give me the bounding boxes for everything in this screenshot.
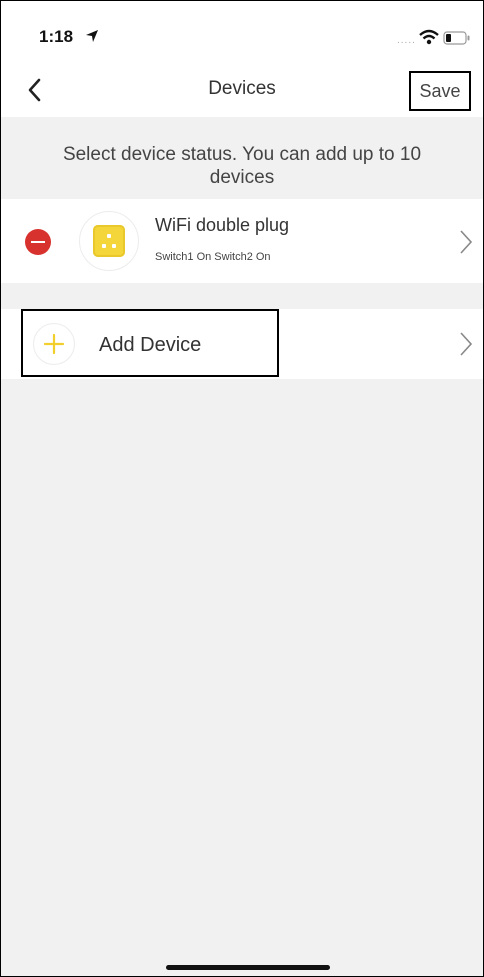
add-icon-circle xyxy=(33,323,75,365)
battery-icon xyxy=(443,31,470,45)
add-device-row[interactable]: Add Device xyxy=(1,309,483,379)
chevron-right-icon xyxy=(460,230,473,254)
wifi-icon xyxy=(419,29,439,45)
device-list-item[interactable]: WiFi double plug Switch1 On Switch2 On xyxy=(1,199,483,283)
add-device-button[interactable]: Add Device xyxy=(21,309,279,377)
remove-device-button[interactable] xyxy=(25,229,51,255)
hint-text: Select device status. You can add up to … xyxy=(62,144,422,188)
chevron-right-icon xyxy=(460,332,473,356)
device-status: Switch1 On Switch2 On xyxy=(155,251,271,263)
add-device-label: Add Device xyxy=(99,334,202,356)
plus-icon xyxy=(43,333,65,355)
phone-screen: 1:18 ..... Devices Save Select device st… xyxy=(0,0,484,977)
status-bar: 1:18 ..... xyxy=(1,1,483,63)
plug-icon xyxy=(93,225,125,257)
status-time: 1:18 xyxy=(39,27,74,46)
device-avatar xyxy=(79,211,139,271)
home-indicator[interactable] xyxy=(166,965,330,970)
save-button[interactable]: Save xyxy=(409,71,471,111)
nav-bar: Devices Save xyxy=(1,63,483,117)
device-name: WiFi double plug xyxy=(155,215,290,235)
location-arrow-icon xyxy=(86,30,98,42)
cellular-dots-icon: ..... xyxy=(397,35,416,46)
